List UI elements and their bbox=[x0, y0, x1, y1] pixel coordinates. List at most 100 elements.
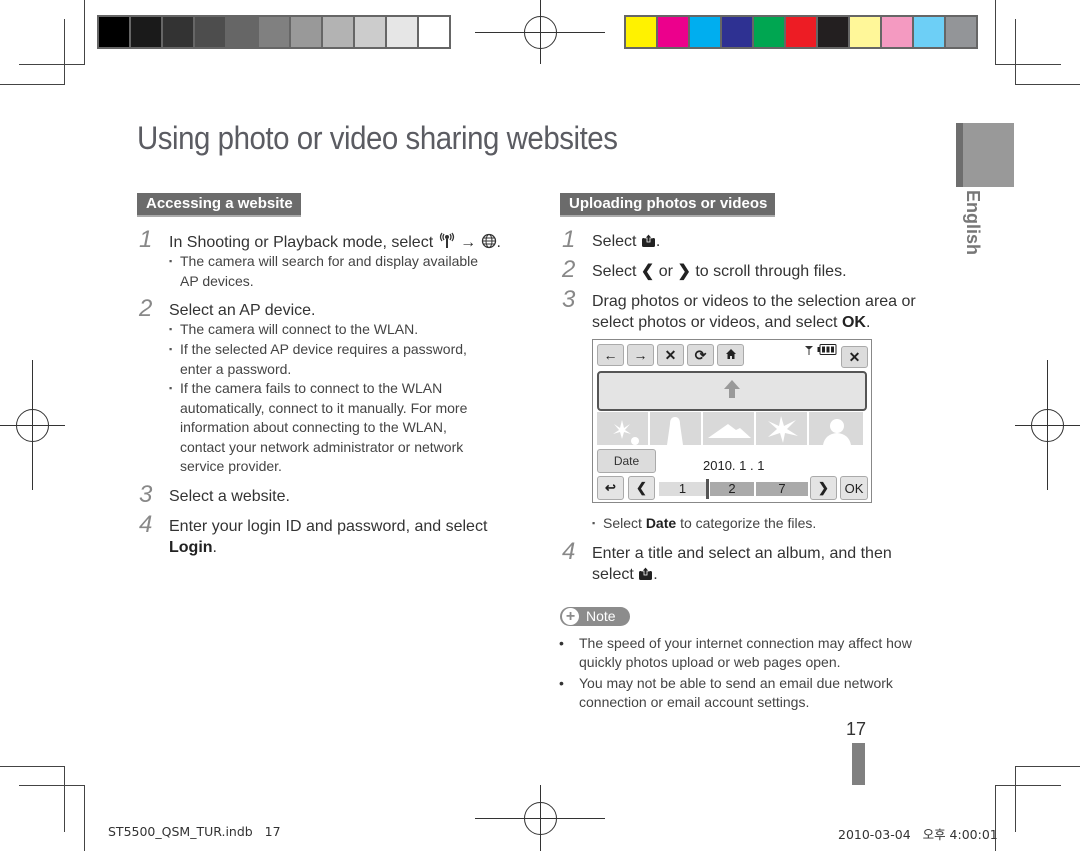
forward-arrow-icon: → bbox=[633, 347, 648, 363]
footer-filename: ST5500_QSM_TUR.indb 17 bbox=[108, 824, 281, 839]
step-number: 1 bbox=[139, 226, 153, 253]
bullet-text: enter a password. bbox=[180, 360, 292, 377]
color-swatch bbox=[626, 17, 656, 47]
bullet-text: AP devices. bbox=[180, 272, 254, 289]
upload-icon bbox=[638, 566, 653, 587]
upload-arrow-icon bbox=[723, 379, 741, 404]
step-number: 2 bbox=[562, 256, 576, 283]
timeline-segment[interactable]: 2 bbox=[710, 482, 754, 496]
arrow-glyph: → bbox=[460, 234, 477, 251]
step-text: to scroll through files. bbox=[695, 263, 847, 280]
note-text: connection or email account settings. bbox=[579, 694, 810, 710]
color-swatch bbox=[291, 17, 321, 47]
bullet-item: If the camera fails to connect to the WL… bbox=[169, 379, 467, 477]
thumbnail[interactable] bbox=[703, 412, 754, 445]
color-swatch bbox=[786, 17, 816, 47]
step-number: 4 bbox=[562, 538, 576, 565]
bullet-item: Select Date to categorize the files. bbox=[592, 514, 816, 534]
back-button[interactable]: ← bbox=[597, 344, 624, 366]
step-text: Select a website. bbox=[169, 488, 290, 505]
crop-mark bbox=[1015, 766, 1080, 767]
timeline-segment[interactable]: 7 bbox=[756, 482, 808, 496]
home-button[interactable] bbox=[717, 344, 744, 366]
segment-label: 2 bbox=[728, 481, 736, 496]
timeline-segment[interactable]: 1 bbox=[659, 482, 706, 496]
color-swatch bbox=[131, 17, 161, 47]
return-icon: ↩ bbox=[605, 480, 616, 495]
segment-label: 7 bbox=[778, 481, 786, 496]
step-3: 3 Select a website. bbox=[139, 483, 290, 507]
step-text: Drag photos or videos to the selection a… bbox=[592, 293, 916, 310]
globe-icon bbox=[481, 233, 497, 255]
step-number: 1 bbox=[562, 226, 576, 253]
color-swatch bbox=[227, 17, 257, 47]
step-text: In Shooting or Playback mode, select bbox=[169, 234, 434, 251]
chevron-left-icon: ❮ bbox=[640, 263, 655, 280]
bullet-text: If the selected AP device requires a pas… bbox=[180, 341, 467, 357]
bullet-text: If the camera fails to connect to the WL… bbox=[180, 380, 443, 396]
page-title: Using photo or video sharing websites bbox=[137, 120, 618, 156]
step-number: 3 bbox=[562, 286, 576, 313]
registration-mark-left bbox=[0, 360, 65, 490]
grayscale-color-bar bbox=[97, 15, 451, 49]
punctuation: . bbox=[653, 566, 658, 583]
thumbnail[interactable] bbox=[756, 412, 807, 445]
crop-mark bbox=[19, 785, 85, 786]
refresh-icon: ⟳ bbox=[694, 346, 707, 363]
registration-mark-right bbox=[1015, 360, 1080, 490]
bullet-item: The camera will search for and display a… bbox=[169, 252, 479, 291]
camera-upload-screen: ← → ✕ ⟳ ✕ Date 2010. 1 . 1 ↩ ❮ 1 2 7 ❯ O… bbox=[592, 339, 872, 503]
thumbnail[interactable] bbox=[650, 412, 701, 445]
bullet-text: The camera will search for and display a… bbox=[180, 253, 479, 269]
thumbnail[interactable] bbox=[809, 412, 863, 445]
stop-button[interactable]: ✕ bbox=[657, 344, 684, 366]
home-icon bbox=[725, 347, 737, 363]
color-swatch bbox=[323, 17, 353, 47]
thumbnail[interactable] bbox=[597, 412, 648, 445]
punctuation: . bbox=[655, 233, 661, 250]
crop-mark bbox=[64, 766, 65, 832]
bullet-item: The camera will connect to the WLAN. bbox=[169, 320, 419, 340]
step-text: Select an AP device. bbox=[169, 302, 316, 319]
upload-icon bbox=[641, 233, 656, 254]
return-button[interactable]: ↩ bbox=[597, 476, 624, 500]
chevron-right-icon: ❯ bbox=[818, 480, 829, 495]
step-1: 1 Select . bbox=[562, 228, 661, 254]
refresh-button[interactable]: ⟳ bbox=[687, 344, 714, 366]
note-text: You may not be able to send an email due… bbox=[579, 675, 893, 691]
punctuation: . bbox=[865, 314, 871, 331]
ok-label: OK bbox=[841, 314, 866, 331]
color-swatch bbox=[387, 17, 417, 47]
signal-icon bbox=[804, 342, 814, 360]
date-button[interactable]: Date bbox=[597, 449, 656, 473]
ok-button[interactable]: OK bbox=[840, 476, 868, 500]
login-label: Login bbox=[169, 539, 213, 556]
color-swatch bbox=[419, 17, 449, 47]
color-swatch bbox=[195, 17, 225, 47]
previous-button[interactable]: ❮ bbox=[628, 476, 655, 500]
color-swatch bbox=[946, 17, 976, 47]
note-label: Note bbox=[586, 608, 616, 624]
color-swatch bbox=[355, 17, 385, 47]
bullet-text: The camera will connect to the WLAN. bbox=[180, 321, 419, 337]
timeline-slider-handle[interactable] bbox=[706, 479, 709, 499]
note-text: quickly photos upload or web pages open. bbox=[579, 654, 841, 670]
step-text: select bbox=[592, 566, 634, 583]
selection-area[interactable] bbox=[597, 371, 867, 411]
date-value: 2010. 1 . 1 bbox=[703, 458, 765, 473]
plus-icon: + bbox=[562, 608, 579, 625]
close-button[interactable]: ✕ bbox=[841, 346, 868, 368]
close-icon: ✕ bbox=[848, 348, 861, 365]
step-text: or bbox=[658, 263, 674, 280]
color-swatch bbox=[850, 17, 880, 47]
crop-mark bbox=[84, 0, 85, 64]
next-button[interactable]: ❯ bbox=[810, 476, 837, 500]
punctuation: . bbox=[212, 539, 217, 556]
language-label: English bbox=[963, 190, 983, 256]
step-text: Select bbox=[592, 233, 637, 250]
crop-mark bbox=[19, 64, 85, 65]
stop-icon: ✕ bbox=[664, 346, 677, 363]
color-swatch bbox=[259, 17, 289, 47]
forward-button[interactable]: → bbox=[627, 344, 654, 366]
page-number: 17 bbox=[846, 719, 867, 739]
